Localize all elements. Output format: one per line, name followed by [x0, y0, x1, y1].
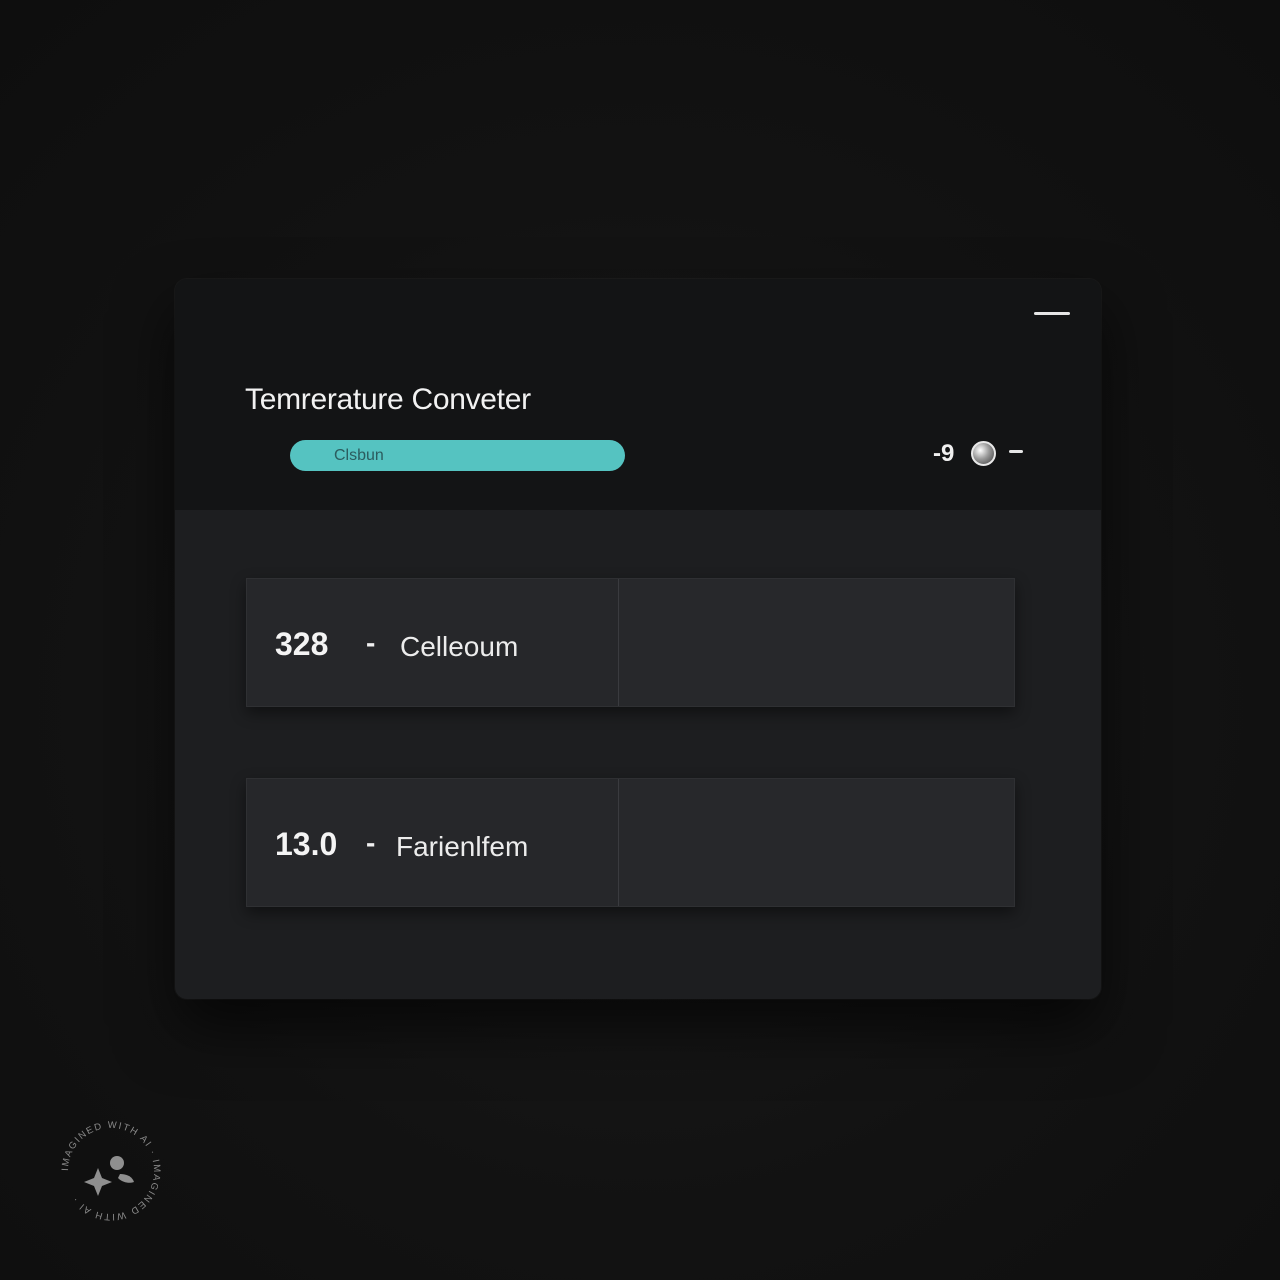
- result-value: 328: [275, 626, 329, 662]
- result-row-fahrenheit[interactable]: 13.0 - Farienlfem: [246, 778, 1015, 907]
- result-separator: -: [366, 627, 376, 658]
- dash-icon: [1009, 450, 1023, 453]
- window-header: Temrerature Conveter Clsbun -9: [175, 279, 1101, 510]
- result-unit: Celleoum: [400, 631, 519, 662]
- result-cell: 13.0 - Farienlfem: [247, 779, 619, 906]
- converter-window: Temrerature Conveter Clsbun -9 328 - Cel…: [175, 279, 1101, 999]
- watermark-text: IMAGINED WITH AI · IMAGINED WITH AI ·: [60, 1120, 162, 1222]
- result-cell: 328 - Celleoum: [247, 579, 619, 706]
- result-output-cell: [619, 579, 1014, 706]
- app-title: Temrerature Conveter: [245, 383, 531, 416]
- sparkle-icon: [84, 1156, 134, 1196]
- header-controls: -9: [933, 438, 1029, 468]
- theme-toggle-icon[interactable]: [971, 441, 996, 466]
- controls-glyph: -9: [933, 440, 955, 467]
- minimize-button[interactable]: [1032, 305, 1074, 321]
- results-area: 328 - Celleoum 13.0 - Farienlfem: [175, 510, 1101, 999]
- unit-select[interactable]: Clsbun: [290, 440, 625, 471]
- result-separator: -: [366, 827, 376, 858]
- unit-select-label: Clsbun: [334, 447, 384, 464]
- result-unit: Farienlfem: [396, 831, 529, 862]
- minimize-icon: [1034, 312, 1070, 315]
- result-row-celsius[interactable]: 328 - Celleoum: [246, 578, 1015, 707]
- result-output-cell: [619, 779, 1014, 906]
- result-value: 13.0: [275, 826, 338, 862]
- watermark-badge: IMAGINED WITH AI · IMAGINED WITH AI ·: [56, 1116, 166, 1226]
- watermark-graphic: IMAGINED WITH AI · IMAGINED WITH AI ·: [60, 1120, 162, 1222]
